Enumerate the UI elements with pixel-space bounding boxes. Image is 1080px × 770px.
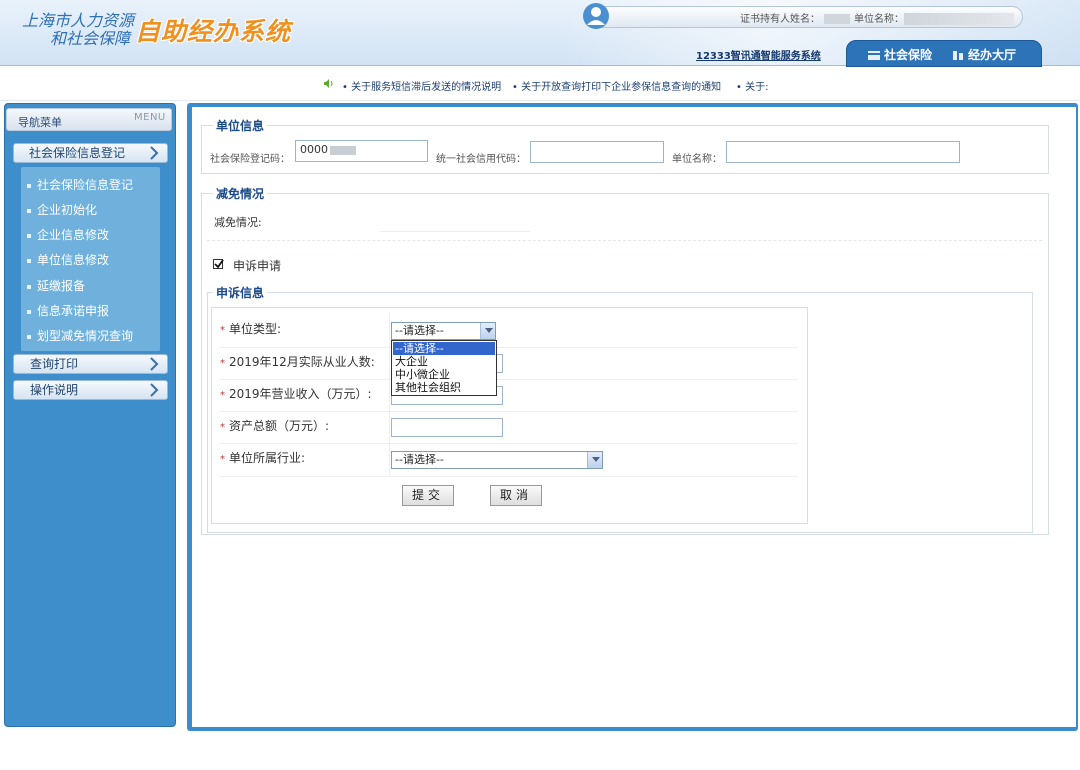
chevron-right-icon [150, 146, 159, 160]
sidebar-section-label: 社会保险信息登记 [29, 146, 126, 160]
sidebar-section-label: 查询打印 [30, 357, 79, 371]
sidebar-item-insurance-registration[interactable]: 社会保险信息登记 [27, 176, 133, 193]
row-divider [220, 411, 798, 412]
sidebar-item-label: 单位信息修改 [37, 253, 110, 267]
social-insurance-icon [868, 51, 880, 60]
column-divider [389, 313, 390, 476]
org-name-line2: 和社会保障 [50, 29, 131, 48]
hall-icon [953, 51, 963, 60]
tab-social-insurance[interactable]: 社会保险 [868, 46, 932, 63]
unit-type-dropdown-list: --请选择-- 大企业 中小微企业 其他社会组织 [391, 340, 497, 396]
chevron-down-icon[interactable] [587, 452, 602, 468]
sidebar-title: 导航菜单 [18, 116, 62, 129]
org-name-line1: 上海市人力资源 [22, 11, 135, 30]
bullet-icon [27, 284, 31, 289]
sidebar-item-label: 延缴报备 [37, 279, 86, 293]
bullet-icon [27, 334, 31, 339]
credit-code-field[interactable] [530, 141, 664, 163]
check-icon [214, 259, 224, 269]
chevron-right-icon [150, 357, 159, 371]
redacted-unit-name [904, 13, 1014, 25]
sidebar-item-label: 社会保险信息登记 [37, 178, 134, 192]
unit-name-label: 单位名称： [854, 14, 904, 25]
unit-type-selected: --请选择-- [395, 324, 444, 337]
sidebar-item-label: 划型减免情况查询 [37, 329, 134, 343]
industry-label-text: 单位所属行业: [229, 451, 306, 465]
appeal-info-legend: 申诉信息 [213, 284, 268, 301]
notice-item[interactable]: • 关于服务短信滞后发送的情况说明 [342, 78, 501, 93]
sidebar-section-query-print[interactable]: 查询打印 [13, 354, 168, 374]
revenue-label: * 2019年营业收入（万元）: [220, 387, 372, 401]
reduction-legend: 减免情况 [213, 185, 268, 202]
divider [207, 240, 1042, 241]
bullet-icon [27, 258, 31, 263]
bullet-icon [27, 208, 31, 213]
reduction-value-line [380, 231, 530, 232]
speaker-icon [324, 79, 333, 88]
industry-selected: --请选择-- [395, 453, 444, 466]
row-divider [220, 443, 798, 444]
credit-code-label: 统一社会信用代码： [436, 154, 526, 165]
sidebar-section-label: 操作说明 [30, 383, 79, 397]
chevron-right-icon [150, 383, 159, 397]
sidebar-item-label: 企业信息修改 [37, 228, 110, 242]
submit-button[interactable]: 提交 [402, 485, 454, 506]
unit-type-label: * 单位类型: [220, 322, 282, 336]
unit-name-label: 单位名称： [672, 154, 722, 165]
sidebar-item-unit-modify[interactable]: 单位信息修改 [27, 251, 109, 268]
unit-info-legend: 单位信息 [213, 117, 268, 134]
industry-select[interactable]: --请选择-- [391, 451, 603, 469]
assets-label-text: 资产总额（万元）: [229, 419, 330, 433]
tab-service-hall-label: 经办大厅 [968, 48, 1017, 62]
redacted-reg-code [330, 145, 356, 155]
smart-service-link[interactable]: 12333智讯通智能服务系统 [696, 47, 821, 62]
user-info-text: 证书持有人姓名： 单位名称： [740, 10, 1014, 25]
sidebar-item-enterprise-init[interactable]: 企业初始化 [27, 201, 97, 218]
dropdown-option[interactable]: 大企业 [393, 355, 495, 368]
sidebar-item-label: 信息承诺申报 [37, 304, 110, 318]
industry-label: * 单位所属行业: [220, 451, 306, 465]
assets-label: * 资产总额（万元）: [220, 419, 330, 433]
appeal-checkbox-label: 申诉申请 [233, 259, 282, 273]
notice-item[interactable]: • 关于: [736, 78, 768, 93]
bullet-icon [27, 309, 31, 314]
redacted-user-name [824, 14, 850, 24]
appeal-checkbox[interactable] [213, 259, 224, 269]
reg-code-field[interactable]: 0000 [295, 140, 428, 162]
revenue-label-text: 2019年营业收入（万元）: [229, 387, 372, 401]
sidebar-item-label: 企业初始化 [37, 203, 98, 217]
dropdown-option[interactable]: 中小微企业 [393, 368, 495, 381]
bullet-icon [27, 183, 31, 188]
reg-code-label: 社会保险登记码： [210, 154, 290, 165]
assets-field[interactable] [391, 418, 503, 437]
tab-service-hall[interactable]: 经办大厅 [952, 46, 1016, 63]
sidebar-section-instructions[interactable]: 操作说明 [13, 380, 168, 400]
sidebar-item-deferred-payment[interactable]: 延缴报备 [27, 277, 85, 294]
employees-label: * 2019年12月实际从业人数: [220, 355, 375, 369]
sidebar-item-commitment-declare[interactable]: 信息承诺申报 [27, 302, 109, 319]
notice-item[interactable]: • 关于开放查询打印下企业参保信息查询的通知 [512, 78, 721, 93]
user-name-label: 证书持有人姓名： [740, 14, 820, 25]
chevron-down-icon[interactable] [480, 323, 495, 339]
sidebar-menu-tag: MENU [134, 112, 166, 123]
bullet-icon [27, 233, 31, 238]
dropdown-option[interactable]: 其他社会组织 [393, 381, 495, 394]
reg-code-value: 0000 [300, 143, 328, 156]
system-name: 自助经办系统 [135, 17, 292, 46]
unit-name-field[interactable] [726, 141, 960, 163]
cancel-button[interactable]: 取消 [490, 485, 542, 506]
tab-social-insurance-label: 社会保险 [884, 48, 933, 62]
sidebar-item-reduction-query[interactable]: 划型减免情况查询 [27, 327, 133, 344]
row-divider [220, 379, 798, 380]
employees-label-text: 2019年12月实际从业人数: [229, 355, 375, 369]
row-divider [220, 476, 798, 477]
sidebar-item-enterprise-modify[interactable]: 企业信息修改 [27, 226, 109, 243]
unit-type-label-text: 单位类型: [229, 322, 282, 336]
row-divider [220, 347, 798, 348]
user-avatar-icon [583, 3, 609, 29]
reduction-label: 减免情况: [214, 216, 262, 229]
dropdown-option[interactable]: --请选择-- [393, 342, 495, 355]
sidebar-section-registration[interactable]: 社会保险信息登记 [13, 143, 168, 163]
unit-type-select[interactable]: --请选择-- [391, 322, 496, 340]
